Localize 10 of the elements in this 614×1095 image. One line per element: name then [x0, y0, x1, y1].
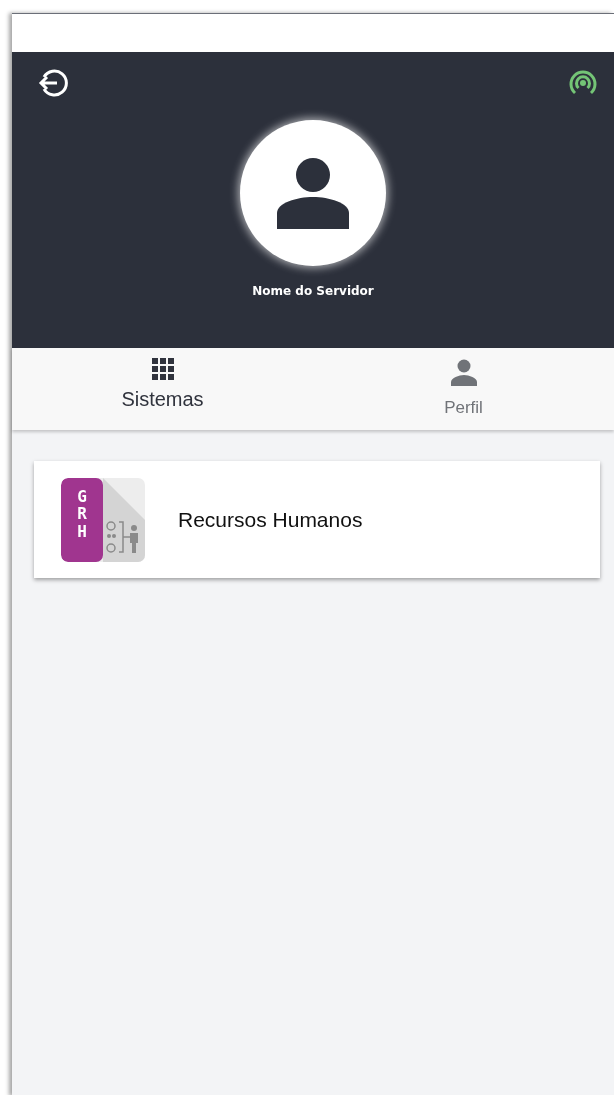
- logout-icon[interactable]: [36, 66, 70, 100]
- user-name: Nome do Servidor: [252, 284, 374, 298]
- person-icon: [449, 358, 478, 386]
- system-card[interactable]: GRH Recursos Humanos: [34, 461, 600, 578]
- person-icon: [277, 157, 349, 229]
- system-name: Recursos Humanos: [178, 507, 363, 532]
- tab[interactable]: Perfil: [313, 348, 614, 430]
- tab[interactable]: Sistemas: [12, 348, 313, 430]
- grid-icon: [151, 358, 174, 380]
- logo-text: GRH: [76, 487, 88, 543]
